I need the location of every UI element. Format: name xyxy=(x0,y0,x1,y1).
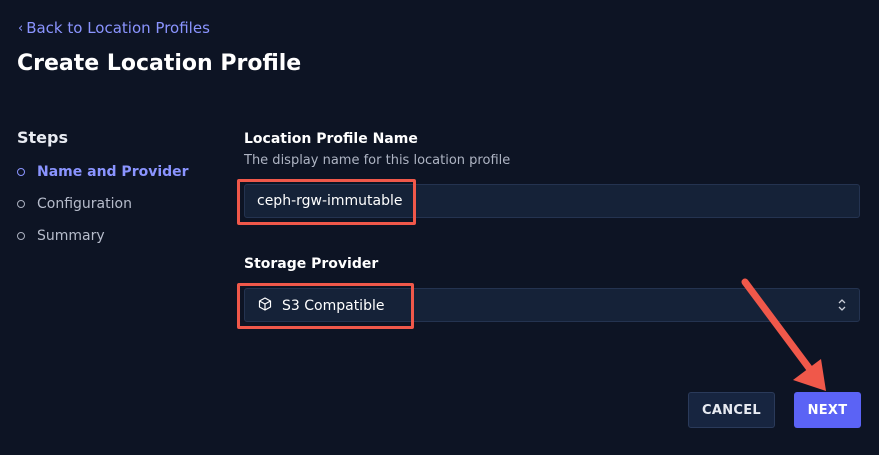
storage-provider-value: S3 Compatible xyxy=(282,298,385,314)
chevron-up-down-icon xyxy=(837,297,847,313)
storage-provider-label: Storage Provider xyxy=(244,256,379,272)
step-summary[interactable]: Summary xyxy=(17,228,105,244)
next-button[interactable]: NEXT xyxy=(794,392,861,428)
step-label: Summary xyxy=(37,228,105,244)
step-name-and-provider[interactable]: Name and Provider xyxy=(17,164,189,180)
location-profile-name-help: The display name for this location profi… xyxy=(244,153,511,168)
back-link-label: Back to Location Profiles xyxy=(26,19,210,37)
cube-icon xyxy=(258,297,272,315)
cancel-button[interactable]: CANCEL xyxy=(688,392,775,428)
back-to-location-profiles-link[interactable]: ‹ Back to Location Profiles xyxy=(18,19,210,37)
location-profile-name-label: Location Profile Name xyxy=(244,131,418,147)
storage-provider-select[interactable]: S3 Compatible xyxy=(244,288,860,322)
step-indicator-icon xyxy=(17,168,25,176)
location-profile-name-input[interactable]: ceph-rgw-immutable xyxy=(244,184,860,218)
chevron-left-icon: ‹ xyxy=(18,20,24,36)
location-profile-name-value: ceph-rgw-immutable xyxy=(257,193,403,209)
step-label: Configuration xyxy=(37,196,132,212)
page-title: Create Location Profile xyxy=(17,51,302,76)
step-label: Name and Provider xyxy=(37,164,189,180)
step-indicator-icon xyxy=(17,232,25,240)
step-configuration[interactable]: Configuration xyxy=(17,196,132,212)
step-indicator-icon xyxy=(17,200,25,208)
steps-title: Steps xyxy=(17,128,68,147)
